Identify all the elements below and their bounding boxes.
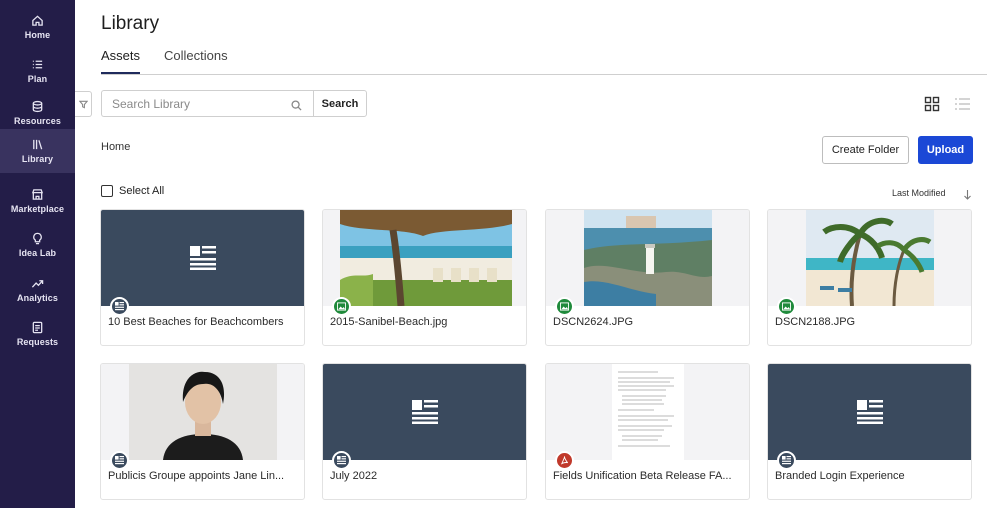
- create-folder-button[interactable]: Create Folder: [822, 136, 909, 164]
- image-type-icon: [555, 297, 574, 316]
- sort-arrow-down-icon[interactable]: [963, 187, 972, 200]
- image-type-icon: [332, 297, 351, 316]
- filter-icon: [78, 100, 88, 109]
- asset-name: Publicis Groupe appoints Jane Lin...: [108, 470, 285, 482]
- clipboard-icon: [32, 321, 43, 334]
- asset-thumbnail: [546, 210, 749, 306]
- asset-card[interactable]: Publicis Groupe appoints Jane Lin...: [100, 363, 305, 500]
- asset-card[interactable]: 10 Best Beaches for Beachcombers: [100, 209, 305, 346]
- filter-button[interactable]: [75, 91, 92, 117]
- library-icon: [33, 139, 43, 150]
- portrait-image: [129, 364, 277, 460]
- asset-thumbnail: [323, 364, 526, 460]
- sidebar-item-plan[interactable]: Plan: [0, 49, 75, 93]
- asset-card[interactable]: DSCN2624.JPG: [545, 209, 750, 346]
- sidebar-item-label: Marketplace: [10, 204, 65, 214]
- sidebar-item-label: Resources: [14, 116, 61, 126]
- asset-name: July 2022: [330, 470, 378, 482]
- sidebar-item-requests[interactable]: Requests: [0, 312, 75, 356]
- sidebar-item-analytics[interactable]: Analytics: [0, 268, 75, 312]
- asset-name: DSCN2624.JPG: [553, 316, 634, 328]
- trend-icon: [31, 280, 44, 288]
- asset-name: Branded Login Experience: [775, 470, 905, 482]
- asset-thumbnail: [323, 210, 526, 306]
- search-icon: [291, 98, 302, 111]
- asset-card[interactable]: Fields Unification Beta Release FA...: [545, 363, 750, 500]
- asset-card[interactable]: 2015-Sanibel-Beach.jpg: [322, 209, 527, 346]
- sidebar-item-marketplace[interactable]: Marketplace: [0, 179, 75, 223]
- tabs-divider: [101, 74, 987, 75]
- asset-name: 10 Best Beaches for Beachcombers: [108, 316, 284, 328]
- asset-card[interactable]: July 2022: [322, 363, 527, 500]
- asset-name: Fields Unification Beta Release FA...: [553, 470, 732, 482]
- article-icon: [411, 400, 438, 424]
- sidebar-item-label: Analytics: [17, 293, 58, 303]
- sidebar-item-label: Requests: [16, 337, 59, 347]
- breadcrumb[interactable]: Home: [101, 141, 130, 153]
- sort-label[interactable]: Last Modified: [892, 188, 946, 198]
- asset-card[interactable]: Branded Login Experience: [767, 363, 972, 500]
- document-page-image: [612, 364, 684, 460]
- article-type-icon: [777, 451, 796, 470]
- lightbulb-icon: [33, 232, 42, 245]
- palm-beach-image: [806, 210, 934, 306]
- tab-assets[interactable]: Assets: [101, 47, 141, 74]
- article-type-icon: [110, 297, 129, 316]
- select-all[interactable]: Select All: [101, 185, 164, 197]
- article-type-icon: [110, 451, 129, 470]
- select-all-label: Select All: [119, 185, 165, 197]
- asset-thumbnail: [101, 210, 304, 306]
- list-view-icon[interactable]: [954, 96, 971, 112]
- home-icon: [32, 15, 43, 26]
- list-icon: [32, 60, 43, 69]
- lighthouse-coast-image: [584, 210, 712, 306]
- article-type-icon: [332, 451, 351, 470]
- search-input[interactable]: [101, 90, 313, 117]
- tab-collections[interactable]: Collections: [164, 47, 228, 74]
- asset-thumbnail: [768, 364, 971, 460]
- beach-umbrella-image: [340, 210, 512, 306]
- asset-name: 2015-Sanibel-Beach.jpg: [330, 316, 448, 328]
- sidebar-item-label: Plan: [27, 74, 48, 84]
- store-icon: [31, 189, 44, 200]
- asset-thumbnail: [768, 210, 971, 306]
- article-icon: [189, 246, 216, 270]
- grid-view-icon[interactable]: [924, 96, 940, 112]
- asset-card[interactable]: DSCN2188.JPG: [767, 209, 972, 346]
- sidebar-item-idea-lab[interactable]: Idea Lab: [0, 223, 75, 267]
- page-title: Library: [101, 13, 160, 34]
- pdf-type-icon: [555, 451, 574, 470]
- database-icon: [32, 100, 43, 113]
- asset-thumbnail: [101, 364, 304, 460]
- sidebar-item-label: Idea Lab: [18, 248, 57, 258]
- select-all-checkbox[interactable]: [101, 185, 113, 197]
- sidebar: Home Plan Resources Library Marketplace …: [0, 0, 75, 508]
- sidebar-item-label: Home: [24, 30, 51, 40]
- search-button[interactable]: Search: [313, 90, 367, 117]
- asset-thumbnail: [546, 364, 749, 460]
- asset-name: DSCN2188.JPG: [775, 316, 856, 328]
- article-icon: [856, 400, 883, 424]
- sidebar-item-library[interactable]: Library: [0, 129, 75, 173]
- tab-bar: Assets Collections: [101, 47, 228, 75]
- sidebar-item-home[interactable]: Home: [0, 5, 75, 49]
- sidebar-item-label: Library: [21, 154, 54, 164]
- upload-button[interactable]: Upload: [918, 136, 973, 164]
- image-type-icon: [777, 297, 796, 316]
